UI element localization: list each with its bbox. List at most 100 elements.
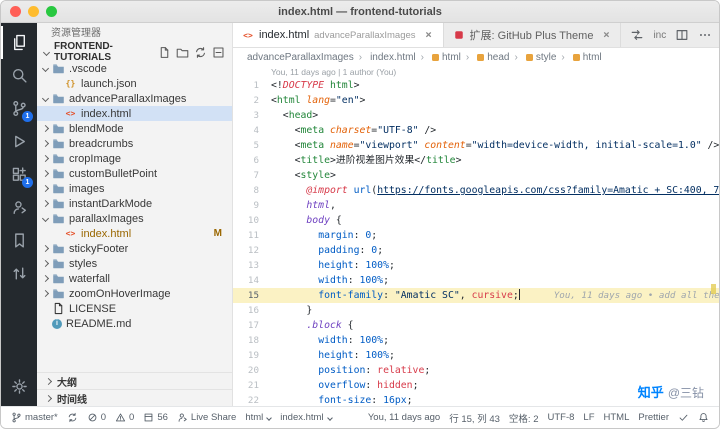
- new-file-button[interactable]: [158, 46, 171, 59]
- status-counter[interactable]: 56: [143, 412, 168, 423]
- activity-gitlens[interactable]: [1, 257, 37, 290]
- activity-run-debug[interactable]: [1, 125, 37, 158]
- split-editor[interactable]: [675, 28, 689, 42]
- status-eol[interactable]: LF: [583, 412, 594, 423]
- code-text: overflow: hidden;: [271, 378, 418, 393]
- status-language-mode[interactable]: HTML: [604, 412, 630, 423]
- code-token: <: [271, 140, 301, 151]
- more-actions[interactable]: [698, 28, 712, 42]
- tree-item[interactable]: images: [37, 181, 232, 196]
- tree-item[interactable]: <> index.html M: [37, 226, 232, 241]
- code-token: "width=device-width, initial-scale=1.0": [471, 140, 702, 151]
- activity-source-control[interactable]: 1: [1, 92, 37, 125]
- compare-icon: [11, 265, 28, 282]
- activity-manage[interactable]: [1, 370, 37, 403]
- status-label: html: [245, 412, 264, 423]
- tree-item-label: instantDarkMode: [69, 197, 153, 210]
- tree-item[interactable]: advanceParallaxImages: [37, 91, 232, 106]
- chevron-right-icon: [44, 377, 53, 385]
- status-label: 行 15, 列 43: [449, 413, 500, 425]
- tree-item[interactable]: blendMode: [37, 121, 232, 136]
- section-header-frontend-tutorials[interactable]: FRONTEND-TUTORIALS: [37, 41, 232, 63]
- code-token: width: [318, 335, 348, 346]
- refresh-button[interactable]: [194, 46, 207, 59]
- tree-item[interactable]: cropImage: [37, 151, 232, 166]
- tree-item-label: styles: [69, 257, 98, 270]
- tree-item[interactable]: .vscode: [37, 61, 232, 76]
- status-html-picker[interactable]: html: [245, 412, 273, 423]
- chevron-down-icon: [41, 214, 50, 223]
- status-git-blame[interactable]: You, 11 days ago: [368, 412, 440, 423]
- activity-explorer[interactable]: [1, 26, 37, 59]
- window-controls: [10, 1, 57, 22]
- breadcrumb-item[interactable]: html: [416, 52, 461, 63]
- tree-item[interactable]: breadcrumbs: [37, 136, 232, 151]
- editor-tab-0[interactable]: <> index.html advanceParallaxImages ×: [233, 23, 444, 47]
- chevron-right-icon: [41, 139, 50, 148]
- minimize-window-button[interactable]: [28, 6, 39, 17]
- search-icon: [11, 67, 28, 84]
- breadcrumb-item[interactable]: style: [510, 52, 556, 63]
- status-active-file-picker[interactable]: index.html: [280, 412, 333, 423]
- breadcrumb-item[interactable]: advanceParallaxImages: [247, 52, 354, 63]
- status-indentation[interactable]: 空格: 2: [509, 411, 539, 425]
- warning-icon: [115, 412, 126, 423]
- tree-item[interactable]: parallaxImages: [37, 211, 232, 226]
- activity-search[interactable]: [1, 59, 37, 92]
- code-token: ;: [371, 230, 378, 241]
- inc-indicator[interactable]: inc: [653, 30, 666, 41]
- code-line: 17 .block {: [233, 318, 719, 333]
- status-git-branch[interactable]: master*: [11, 412, 58, 423]
- new-folder-button[interactable]: [176, 46, 189, 59]
- tree-item[interactable]: <> index.html: [37, 106, 232, 121]
- line-number: 18: [247, 335, 259, 346]
- tree-item[interactable]: i README.md: [37, 316, 232, 331]
- collapse-icon: [212, 46, 225, 59]
- git-modified-badge: M: [213, 228, 222, 239]
- editor-tab-1[interactable]: 扩展: GitHub Plus Theme ×: [443, 23, 622, 47]
- folder-icon: [52, 212, 65, 225]
- panel-label: 大纲: [57, 377, 77, 389]
- codelens-annotation[interactable]: You, 11 days ago | 1 author (You): [233, 66, 719, 78]
- tab-close-button[interactable]: ×: [601, 29, 611, 41]
- tree-item[interactable]: customBulletPoint: [37, 166, 232, 181]
- activity-bookmarks[interactable]: [1, 224, 37, 257]
- tree-item[interactable]: waterfall: [37, 271, 232, 286]
- code-editor[interactable]: You, 11 days ago | 1 author (You) 1 <!DOC…: [233, 66, 719, 406]
- line-number: 14: [247, 275, 259, 286]
- chevron-right-icon: [41, 169, 50, 178]
- tree-item[interactable]: stickyFooter: [37, 241, 232, 256]
- tree-item[interactable]: zoomOnHoverImage: [37, 286, 232, 301]
- collapse-button[interactable]: [212, 46, 225, 59]
- window-title: index.html — frontend-tutorials: [278, 5, 442, 18]
- status-format-status[interactable]: [678, 412, 689, 423]
- new-file-icon: [158, 46, 171, 59]
- status-live-share[interactable]: Live Share: [177, 412, 236, 423]
- close-window-button[interactable]: [10, 6, 21, 17]
- status-notifications[interactable]: [698, 412, 709, 423]
- zoom-window-button[interactable]: [46, 6, 57, 17]
- tree-item[interactable]: styles: [37, 256, 232, 271]
- status-errors[interactable]: 0: [87, 412, 106, 423]
- breadcrumb-item[interactable]: index.html: [354, 52, 416, 63]
- tree-item[interactable]: {} launch.json: [37, 76, 232, 91]
- status-encoding[interactable]: UTF-8: [547, 412, 574, 423]
- breadcrumb-item[interactable]: head: [461, 52, 510, 63]
- tree-item[interactable]: LICENSE: [37, 301, 232, 316]
- status-sync[interactable]: [67, 412, 78, 423]
- activity-extensions[interactable]: 1: [1, 158, 37, 191]
- line-number: 2: [253, 95, 259, 106]
- tab-close-button[interactable]: ×: [424, 29, 434, 41]
- status-formatter[interactable]: Prettier: [638, 412, 669, 423]
- status-cursor-position[interactable]: 行 15, 列 43: [449, 411, 500, 425]
- breadcrumb-item[interactable]: html: [556, 52, 602, 63]
- status-warnings[interactable]: 0: [115, 412, 134, 423]
- tree-item-label: waterfall: [69, 272, 110, 285]
- sidebar-panel-0[interactable]: 大纲: [37, 372, 232, 389]
- activity-live-share[interactable]: [1, 191, 37, 224]
- open-changes[interactable]: [630, 28, 644, 42]
- sidebar-panel-1[interactable]: 时间线: [37, 389, 232, 406]
- code-token: ;: [383, 275, 389, 286]
- tree-item[interactable]: instantDarkMode: [37, 196, 232, 211]
